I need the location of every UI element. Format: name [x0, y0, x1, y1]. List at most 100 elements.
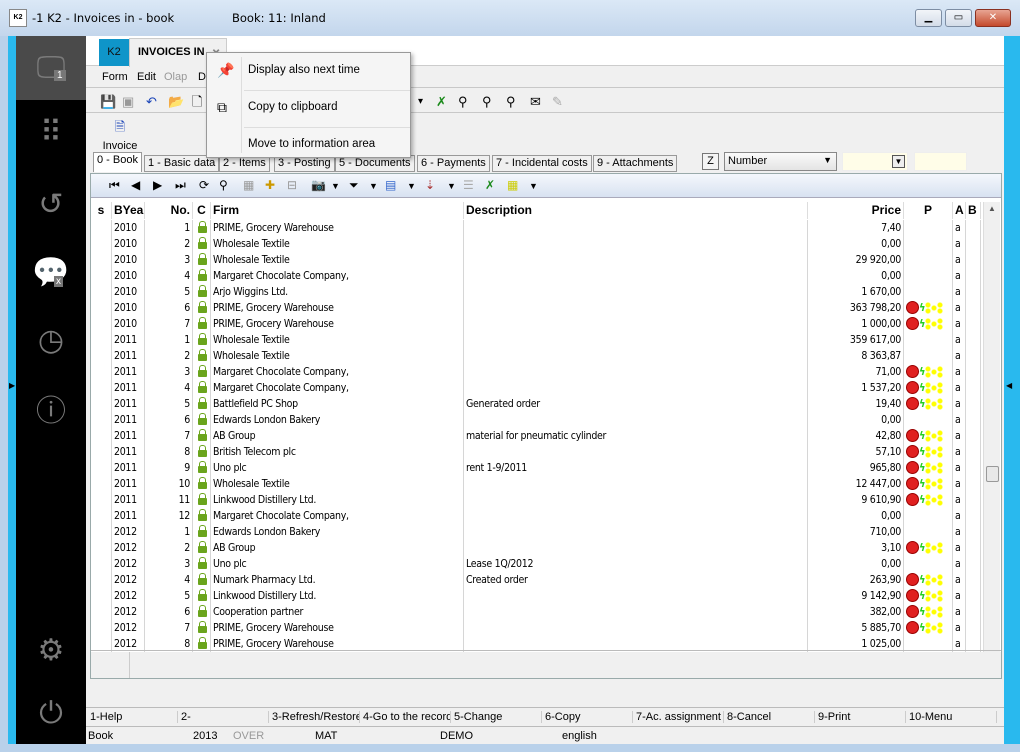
menu-olap[interactable]: Olap	[164, 71, 187, 83]
fkey-8[interactable]: 8-Cancel	[725, 711, 815, 723]
table-row[interactable]: 2011 4 Margaret Chocolate Company, 1 537,20…	[91, 380, 981, 396]
table-row[interactable]: 2011 7 AB Group material for pneumatic cyli…	[91, 428, 981, 444]
dropdown-arrow-icon[interactable]: ▼	[407, 181, 416, 191]
email-icon[interactable]: ✉	[530, 94, 541, 110]
col-s[interactable]: s	[91, 202, 112, 219]
apps-grid-icon[interactable]: ⠿	[16, 100, 86, 164]
sort-icon[interactable]: ⇣	[425, 178, 435, 192]
fkey-3[interactable]: 3-Refresh/Restore	[270, 711, 360, 723]
fkey-9[interactable]: 9-Print	[816, 711, 906, 723]
excel-icon[interactable]: ✗	[485, 178, 495, 192]
table-row[interactable]: 2011 2 Wholesale Textile 8 363,87 a	[91, 348, 981, 364]
filter-icon[interactable]: ⏷	[349, 178, 359, 193]
search-value-input[interactable]: ▼	[842, 152, 908, 171]
find-icon[interactable]: ⚲	[458, 94, 468, 110]
info-icon[interactable]: ⓘ	[16, 376, 86, 440]
settings-icon[interactable]: ⚙	[16, 618, 86, 682]
table-row[interactable]: 2012 1 Edwards London Bakery 710,00 a	[91, 524, 981, 540]
next-record-icon[interactable]: ▶	[153, 178, 162, 192]
table-row[interactable]: 2011 10 Wholesale Textile 12 447,00 ϟ a	[91, 476, 981, 492]
fkey-4[interactable]: 4-Go to the record	[361, 711, 451, 723]
col-firm[interactable]: Firm	[211, 202, 464, 219]
right-panel-edge[interactable]: ◀	[1004, 36, 1020, 744]
save-exit-icon[interactable]: ▣	[122, 94, 134, 110]
col-byear[interactable]: BYea	[112, 202, 145, 219]
find-prev-icon[interactable]: ⚲	[506, 94, 516, 110]
power-icon[interactable]: ⏻	[16, 682, 86, 746]
save-icon[interactable]: 💾	[100, 94, 116, 110]
dropdown-arrow-icon[interactable]: ▼	[529, 181, 538, 191]
find-icon[interactable]: ⚲	[219, 178, 228, 192]
col-no[interactable]: No.	[145, 202, 193, 219]
history-icon[interactable]: ↺	[16, 172, 86, 236]
table-row[interactable]: 2011 8 British Telecom plc 57,10 ϟ a	[91, 444, 981, 460]
col-description[interactable]: Description	[464, 202, 808, 219]
columns-icon[interactable]: ▤	[385, 178, 396, 192]
table-row[interactable]: 2011 12 Margaret Chocolate Company, 0,00 a	[91, 508, 981, 524]
table-row[interactable]: 2011 1 Wholesale Textile 359 617,00 a	[91, 332, 981, 348]
refresh-icon[interactable]: ⟳	[199, 178, 209, 192]
col-c[interactable]: C	[193, 202, 211, 219]
first-record-icon[interactable]: ⏮	[109, 178, 120, 193]
tab-payments[interactable]: 6 - Payments	[417, 155, 490, 172]
col-a[interactable]: A	[953, 202, 966, 219]
prev-record-icon[interactable]: ◀	[131, 178, 140, 192]
table-row[interactable]: 2011 9 Uno plc rent 1-9/2011 965,80 ϟ a	[91, 460, 981, 476]
vertical-scrollbar[interactable]: ▲ ▼	[983, 202, 1000, 678]
table-row[interactable]: 2011 11 Linkwood Distillery Ltd. 9 610,90 ϟ a	[91, 492, 981, 508]
left-panel-edge[interactable]: ▶	[8, 36, 16, 744]
fkey-2[interactable]: 2-	[179, 711, 269, 723]
dropdown-button[interactable]: ▼	[892, 155, 905, 168]
open-folder-icon[interactable]: 📂	[168, 94, 184, 110]
delete-record-icon[interactable]: ▦	[243, 178, 254, 192]
col-p[interactable]: P	[904, 202, 953, 219]
undo-icon[interactable]: ↶	[146, 94, 157, 110]
screens-icon[interactable]: 🖵 1	[16, 36, 86, 100]
menu-form[interactable]: Form	[102, 71, 128, 83]
table-row[interactable]: 2012 5 Linkwood Distillery Ltd. 9 142,90 ϟ a	[91, 588, 981, 604]
table-row[interactable]: 2011 3 Margaret Chocolate Company, 71,00 ϟ a	[91, 364, 981, 380]
fkey-1[interactable]: 1-Help	[88, 711, 178, 723]
table-row[interactable]: 2012 4 Numark Pharmacy Ltd. Created order 26…	[91, 572, 981, 588]
fkey-5[interactable]: 5-Change	[452, 711, 542, 723]
add-record-icon[interactable]: ✚	[265, 178, 275, 192]
remove-record-icon[interactable]: ⊟	[287, 178, 297, 192]
dropdown-arrow-icon[interactable]: ▼	[369, 181, 378, 191]
table-row[interactable]: 2012 2 AB Group 3,10 ϟ a	[91, 540, 981, 556]
snapshot-icon[interactable]: 📷	[311, 178, 326, 192]
table-row[interactable]: 2010 2 Wholesale Textile 0,00 a	[91, 236, 981, 252]
table-row[interactable]: 2011 5 Battlefield PC Shop Generated order 1…	[91, 396, 981, 412]
col-price[interactable]: Price	[808, 202, 904, 219]
last-record-icon[interactable]: ⏭	[175, 178, 186, 193]
edit-note-icon[interactable]: ✎	[552, 94, 563, 110]
menu-item-display-also-next-time[interactable]: 📌 Display also next time	[207, 53, 410, 89]
search-value-input-2[interactable]	[914, 152, 967, 171]
menu-item-copy-to-clipboard[interactable]: ⧉ Copy to clipboard	[207, 90, 410, 126]
table-row[interactable]: 2010 5 Arjo Wiggins Ltd. 1 670,00 a	[91, 284, 981, 300]
tree-icon[interactable]: ☰	[463, 178, 474, 192]
find-next-icon[interactable]: ⚲	[482, 94, 492, 110]
scroll-thumb[interactable]	[986, 466, 999, 482]
search-field-select[interactable]: Number ▼	[724, 152, 837, 171]
fkey-6[interactable]: 6-Copy	[543, 711, 633, 723]
report-icon[interactable]: ▦	[507, 178, 518, 192]
chat-icon[interactable]: 💬 x	[16, 240, 86, 304]
dropdown-arrow-icon[interactable]: ▼	[331, 181, 340, 191]
tab-book[interactable]: 0 - Book	[93, 152, 142, 172]
menu-item-move-to-information-area[interactable]: Move to information area	[207, 127, 410, 163]
tab-attachments[interactable]: 9 - Attachments	[593, 155, 678, 172]
dropdown-arrow-icon[interactable]: ▾	[418, 94, 423, 110]
fkey-7[interactable]: 7-Ac. assignment	[634, 711, 724, 723]
table-row[interactable]: 2012 7 PRIME, Grocery Warehouse 5 885,70 ϟ a	[91, 620, 981, 636]
table-row[interactable]: 2010 7 PRIME, Grocery Warehouse 1 000,00 ϟ a	[91, 316, 981, 332]
table-row[interactable]: 2010 4 Margaret Chocolate Company, 0,00 a	[91, 268, 981, 284]
export-excel-icon[interactable]: ✗	[436, 94, 447, 110]
maximize-button[interactable]: ▭	[945, 9, 972, 27]
table-row[interactable]: 2010 1 PRIME, Grocery Warehouse 7,40 a	[91, 220, 981, 236]
tab-incidental-costs[interactable]: 7 - Incidental costs	[492, 155, 592, 172]
dropdown-arrow-icon[interactable]: ▼	[447, 181, 456, 191]
menu-edit[interactable]: Edit	[137, 71, 156, 83]
table-row[interactable]: 2012 6 Cooperation partner 382,00 ϟ a	[91, 604, 981, 620]
table-row[interactable]: 2012 3 Uno plc Lease 1Q/2012 0,00 a	[91, 556, 981, 572]
minimize-button[interactable]: ▁	[915, 9, 942, 27]
